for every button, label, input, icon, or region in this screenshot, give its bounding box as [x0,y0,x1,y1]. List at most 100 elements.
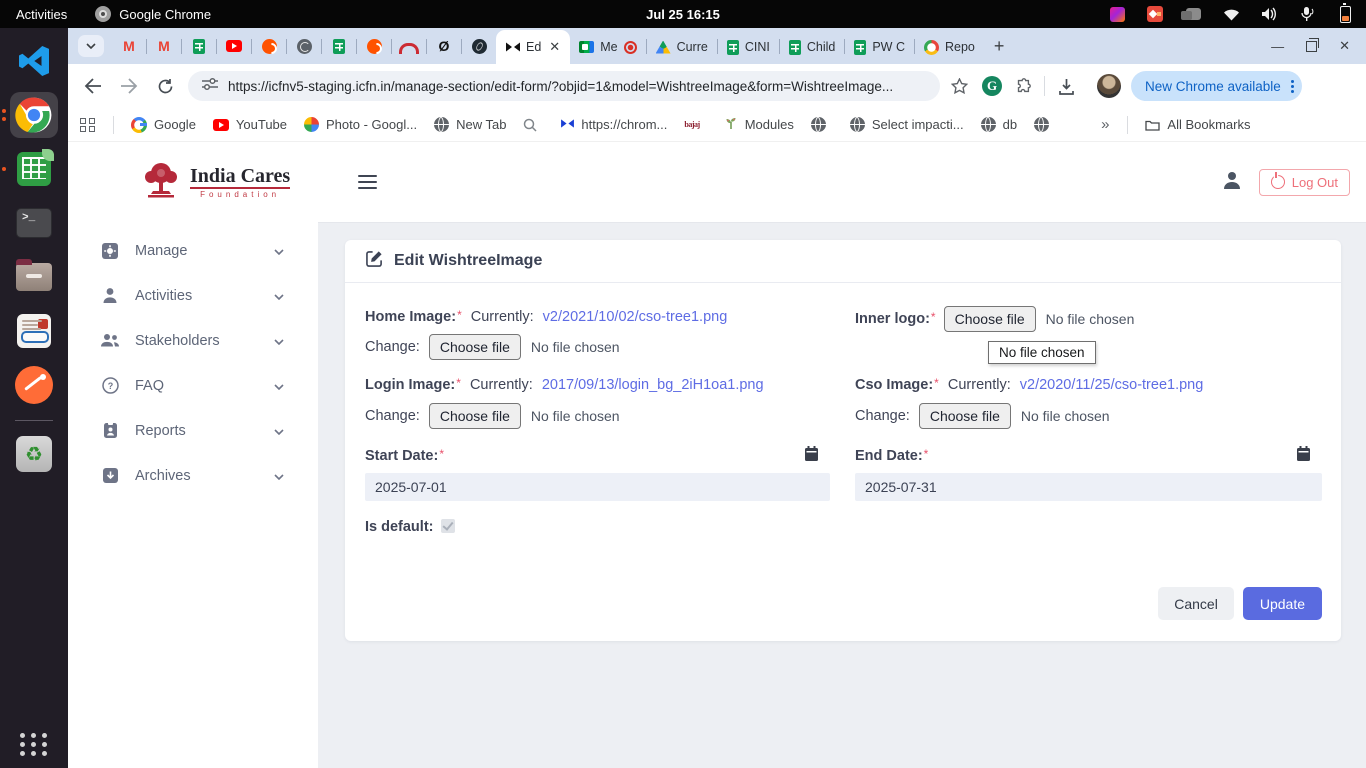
dock-libreoffice-calc[interactable] [10,146,58,192]
tree-logo-icon [140,161,182,204]
pinned-tab-orange-2[interactable] [357,34,391,58]
grammarly-extension-icon[interactable]: G [982,76,1002,96]
dock-postman[interactable] [10,362,58,408]
back-button[interactable] [80,73,106,99]
dock-terminal[interactable]: >_ [10,200,58,246]
start-date-input[interactable] [365,473,830,501]
address-bar[interactable]: https://icfnv5-staging.icfn.in/manage-se… [188,71,940,101]
bookmark-chrom[interactable]: https://chrom... [561,117,667,132]
dock-chrome[interactable] [10,92,58,138]
login-image-current-link[interactable]: 2017/09/13/login_bg_2iH1oa1.png [542,377,764,393]
pinned-tab-slashed-o[interactable]: Ø [427,34,461,58]
all-bookmarks-button[interactable]: All Bookmarks [1145,117,1250,132]
home-image-choose-file-button[interactable]: Choose file [429,334,521,360]
calendar-icon[interactable] [805,446,818,465]
extensions-icon[interactable] [1010,73,1036,99]
sidebar-item-archives[interactable]: Archives [68,453,318,498]
sidebar-item-stakeholders[interactable]: Stakeholders [68,318,318,363]
tab-pw[interactable]: PW C [845,30,914,64]
wifi-icon[interactable] [1222,5,1240,23]
bookmark-select-impact[interactable]: Select impacti... [850,117,964,132]
bookmark-db[interactable]: db [981,117,1017,132]
logout-button[interactable]: Log Out [1259,169,1350,196]
end-date-input[interactable] [855,473,1322,501]
focused-app-menu[interactable]: Google Chrome [95,6,211,22]
sidebar-item-faq[interactable]: ? FAQ [68,363,318,408]
pinned-tab-gmail-2[interactable]: M [147,34,181,58]
dock-trash[interactable] [10,431,58,477]
bookmark-photos[interactable]: Photo - Googl... [304,117,417,132]
new-tab-button[interactable]: + [984,36,1015,57]
bookmark-search[interactable] [523,118,544,132]
cso-image-current-link[interactable]: v2/2020/11/25/cso-tree1.png [1020,377,1204,393]
dock-vscode[interactable] [10,38,58,84]
tab-drive[interactable]: Curre [647,30,717,64]
bookmark-bajaj[interactable]: bajaj [684,120,706,129]
screenshare-tray-icon[interactable] [1146,5,1164,23]
home-image-current-link[interactable]: v2/2021/10/02/cso-tree1.png [543,309,728,325]
sidebar-item-reports[interactable]: Reports [68,408,318,453]
update-button[interactable]: Update [1243,587,1322,620]
inner-logo-choose-file-button[interactable]: Choose file [944,306,1036,332]
bajaj-favicon: bajaj [684,120,699,129]
downloads-icon[interactable] [1053,73,1079,99]
bookmarks-overflow-chevron[interactable]: » [1101,116,1110,133]
pinned-tab-youtube[interactable] [217,34,251,58]
pinned-tab-orange-1[interactable] [252,34,286,58]
bookmark-star-icon[interactable] [946,73,972,99]
pinned-tab-sheets-1[interactable] [182,34,216,58]
dock-files[interactable] [10,254,58,300]
login-image-choose-file-button[interactable]: Choose file [429,403,521,429]
tab-active-edit[interactable]: Ed ✕ [496,30,570,64]
pinned-tab-globe[interactable] [287,34,321,58]
chrome-update-button[interactable]: New Chrome available [1131,71,1302,101]
clock[interactable]: Jul 25 16:15 [646,7,720,22]
reload-button[interactable] [152,73,178,99]
pinned-tab-gmail-1[interactable]: M [112,34,146,58]
site-settings-icon[interactable] [202,77,218,96]
tab-search-button[interactable] [78,35,104,57]
bookmark-youtube[interactable]: YouTube [213,117,287,132]
activities-button[interactable]: Activities [16,7,67,22]
browser-menu-icon[interactable] [1291,80,1294,93]
tab-close-icon[interactable]: ✕ [549,39,560,55]
tab-cini[interactable]: CINI [718,30,779,64]
cso-image-choose-file-button[interactable]: Choose file [919,403,1011,429]
pinned-tab-sphere[interactable] [462,34,496,58]
tab-child[interactable]: Child [780,30,845,64]
window-restore-button[interactable] [1306,41,1317,52]
microphone-icon[interactable] [1298,5,1316,23]
window-close-button[interactable]: ✕ [1339,38,1350,54]
bookmark-globe-2[interactable] [1034,117,1056,132]
pinned-tab-arc[interactable] [392,34,426,58]
user-profile-icon[interactable] [1221,169,1243,196]
globe-favicon [1034,117,1049,132]
forward-button[interactable] [116,73,142,99]
chevron-down-icon [274,288,284,304]
tab-repo[interactable]: Repo [915,30,984,64]
calendar-icon[interactable] [1297,446,1310,465]
toolbox-tray-icon[interactable] [1108,5,1126,23]
chat-tray-icon[interactable] [1184,5,1202,23]
battery-icon[interactable] [1336,5,1354,23]
profile-avatar[interactable] [1097,74,1121,98]
sidebar-item-activities[interactable]: Activities [68,273,318,318]
cancel-button[interactable]: Cancel [1158,587,1234,620]
apps-grid-icon[interactable] [80,118,96,132]
dock-document-viewer[interactable] [10,308,58,354]
pinned-tab-sheets-2[interactable] [322,34,356,58]
volume-icon[interactable] [1260,5,1278,23]
window-minimize-button[interactable]: — [1271,39,1284,54]
bookmark-google[interactable]: Google [131,117,196,133]
bookmark-new-tab[interactable]: New Tab [434,117,506,132]
bookmark-modules[interactable]: Modules [724,116,794,133]
tab-meet[interactable]: Me [570,30,645,64]
start-date-label-row: Start Date:* [365,446,830,465]
brand-logo[interactable]: India Cares Foundation [140,161,290,204]
sidebar-item-manage[interactable]: Manage [68,228,318,273]
chevron-down-icon [274,243,284,259]
sidebar-toggle-hamburger-icon[interactable] [352,169,383,196]
bookmark-globe-1[interactable] [811,117,833,132]
is-default-checkbox[interactable] [441,519,455,533]
show-applications-button[interactable] [20,733,49,756]
